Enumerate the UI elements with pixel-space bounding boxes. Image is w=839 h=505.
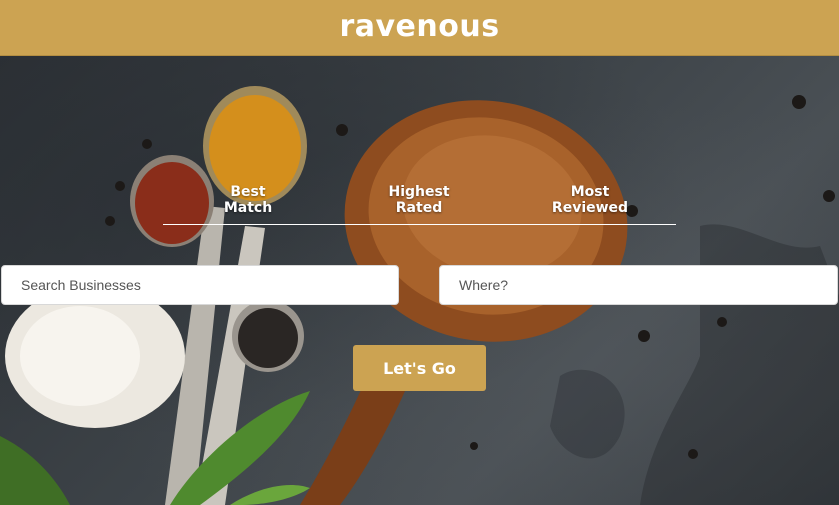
sort-option-label-line2: Match [223, 200, 273, 216]
location-input[interactable] [439, 265, 838, 305]
sort-option-highest-rated[interactable]: Highest Rated [364, 184, 474, 216]
sort-option-label-line1: Most [570, 184, 610, 200]
search-businesses-input[interactable] [1, 265, 399, 305]
sort-option-label-line1: Highest [388, 184, 450, 200]
sort-option-label-line2: Reviewed [551, 200, 629, 216]
lets-go-button[interactable]: Let's Go [353, 345, 486, 391]
garlic [5, 284, 185, 428]
app-header: ravenous [0, 0, 839, 56]
sort-option-label-line1: Best [230, 184, 266, 200]
sort-option-most-reviewed[interactable]: Most Reviewed [535, 184, 645, 216]
app-title: ravenous [339, 9, 500, 44]
sort-options-bar: Best Match Highest Rated Most Reviewed [163, 184, 676, 225]
sort-option-label-line2: Rated [395, 200, 443, 216]
app-root: ravenous Best Match Highest Rated Most R… [0, 0, 839, 505]
sort-option-best-match[interactable]: Best Match [193, 184, 303, 216]
